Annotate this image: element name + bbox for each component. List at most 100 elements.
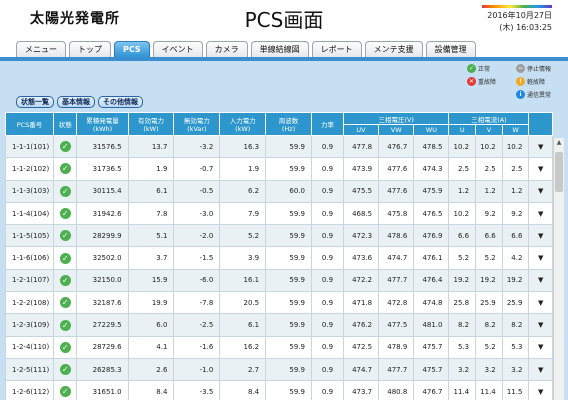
cell-voltage-wu: 481.0 xyxy=(413,313,450,337)
cell-input-power: 6.1 xyxy=(219,313,267,337)
cell-active-power: 8.4 xyxy=(127,380,175,400)
cell-current-u: 8.2 xyxy=(448,313,477,337)
table-row[interactable]: 1-2-6(112) ✓ 31651.0 8.4 -3.5 8.4 59.9 0.9 473.7… xyxy=(5,380,553,400)
cell-energy: 28299.9 xyxy=(76,224,129,248)
row-expand-button[interactable]: ▼ xyxy=(528,224,553,248)
status-list-button[interactable]: 状態一覧 xyxy=(16,96,54,108)
row-expand-button[interactable]: ▼ xyxy=(528,357,553,382)
tab-event[interactable]: イベント xyxy=(152,41,203,57)
cell-reactive-power: -0.7 xyxy=(173,157,221,181)
app-header: 太陽光発電所 PCS画面 2016年10月27日 (木) 16:03:25 xyxy=(0,0,568,38)
cell-pcs-id: 1-1-2(102) xyxy=(5,157,54,181)
table-row[interactable]: 1-1-1(101) ✓ 31576.5 13.7 -3.2 16.3 59.9 0.9 477… xyxy=(5,134,553,159)
cell-current-v: 11.4 xyxy=(475,380,503,400)
table-row[interactable]: 1-1-3(103) ✓ 30115.4 6.1 -0.5 6.2 60.0 0.9 475.5… xyxy=(5,179,553,203)
row-expand-button[interactable]: ▼ xyxy=(528,291,553,315)
tab-single-line-diagram[interactable]: 単線結線図 xyxy=(250,41,309,57)
cell-current-w: 25.9 xyxy=(501,291,530,315)
cell-energy: 26285.3 xyxy=(76,357,129,382)
row-expand-button[interactable]: ▼ xyxy=(528,380,553,400)
legend-normal: ✓ 正常 xyxy=(467,64,490,73)
row-expand-button[interactable]: ▼ xyxy=(528,268,553,293)
cell-voltage-uv: 477.8 xyxy=(342,134,380,159)
col-header-uv: UV xyxy=(342,124,380,136)
row-expand-button[interactable]: ▼ xyxy=(528,134,553,159)
cell-frequency: 59.9 xyxy=(265,224,312,248)
table-row[interactable]: 1-1-2(102) ✓ 31736.5 1.9 -0.7 1.9 59.9 0.9 473.9… xyxy=(5,157,553,181)
cell-voltage-wu: 476.5 xyxy=(413,201,450,226)
cell-status: ✓ xyxy=(52,201,78,226)
cell-voltage-vw: 477.6 xyxy=(378,179,415,203)
cell-pcs-id: 1-2-3(109) xyxy=(5,313,54,337)
row-expand-button[interactable]: ▼ xyxy=(528,201,553,226)
cell-voltage-vw: 474.7 xyxy=(378,246,415,270)
cell-frequency: 59.9 xyxy=(265,380,312,400)
table-row[interactable]: 1-1-6(106) ✓ 32502.0 3.7 -1.5 3.9 59.9 0.9 473.6… xyxy=(5,246,553,270)
row-expand-button[interactable]: ▼ xyxy=(528,313,553,337)
main-tabs: メニュー トップ PCS イベント カメラ 単線結線図 レポート メンテ支援 設… xyxy=(16,41,476,57)
cell-input-power: 1.9 xyxy=(219,157,267,181)
cell-current-u: 2.5 xyxy=(448,157,477,181)
scrollbar-thumb[interactable] xyxy=(555,152,563,192)
table-row[interactable]: 1-2-2(108) ✓ 32187.6 19.9 -7.8 20.5 59.9 0.9 471… xyxy=(5,291,553,315)
cell-voltage-vw: 476.7 xyxy=(378,134,415,159)
row-expand-button[interactable]: ▼ xyxy=(528,157,553,181)
table-row[interactable]: 1-1-4(104) ✓ 31942.6 7.8 -3.0 7.9 59.9 0.9 468.5… xyxy=(5,201,553,226)
status-ok-icon: ✓ xyxy=(59,141,71,153)
other-info-button[interactable]: その他情報 xyxy=(98,96,143,108)
cell-voltage-uv: 476.2 xyxy=(342,313,380,337)
tab-equipment[interactable]: 設備管理 xyxy=(425,41,476,57)
status-ok-icon: ✓ xyxy=(59,208,71,220)
tab-menu[interactable]: メニュー xyxy=(16,41,66,57)
table-row[interactable]: 1-1-5(105) ✓ 28299.9 5.1 -2.0 5.2 59.9 0.9 472.3… xyxy=(5,224,553,248)
cell-reactive-power: -6.0 xyxy=(173,268,221,293)
tab-maintenance[interactable]: メンテ支援 xyxy=(364,41,423,57)
tab-pcs[interactable]: PCS xyxy=(114,41,150,57)
legend-stopped: − 停止情報 xyxy=(516,64,551,73)
cell-power-factor: 0.9 xyxy=(310,313,344,337)
cell-input-power: 3.9 xyxy=(219,246,267,270)
col-header-reactive-power: 無効電力 (kVar) xyxy=(173,112,221,136)
cell-power-factor: 0.9 xyxy=(310,179,344,203)
status-ok-icon: ✓ xyxy=(59,386,71,398)
table-scrollbar[interactable]: ▲ xyxy=(553,138,564,400)
cell-reactive-power: -3.2 xyxy=(173,134,221,159)
cell-voltage-uv: 474.7 xyxy=(342,357,380,382)
status-ok-icon: ✓ xyxy=(59,274,71,286)
row-expand-button[interactable]: ▼ xyxy=(528,179,553,203)
scroll-up-icon[interactable]: ▲ xyxy=(554,138,564,148)
cell-voltage-wu: 476.4 xyxy=(413,268,450,293)
basic-info-button[interactable]: 基本情報 xyxy=(57,96,95,108)
cell-voltage-uv: 475.5 xyxy=(342,179,380,203)
header-decoration xyxy=(482,5,552,8)
cell-reactive-power: -2.5 xyxy=(173,313,221,337)
cell-voltage-wu: 475.7 xyxy=(413,357,450,382)
table-row[interactable]: 1-2-3(109) ✓ 27229.5 6.0 -2.5 6.1 59.9 0.9 476.2… xyxy=(5,313,553,337)
stop-icon: − xyxy=(516,64,525,73)
cell-voltage-uv: 471.8 xyxy=(342,291,380,315)
tab-report[interactable]: レポート xyxy=(311,41,362,57)
col-header-power-factor: 力率 xyxy=(310,112,344,136)
table-row[interactable]: 1-2-5(111) ✓ 26285.3 2.6 -1.0 2.7 59.9 0.9 474.7… xyxy=(5,357,553,382)
cell-reactive-power: -0.5 xyxy=(173,179,221,203)
col-header-status: 状態 xyxy=(52,112,78,136)
cell-pcs-id: 1-1-3(103) xyxy=(5,179,54,203)
table-row[interactable]: 1-2-1(107) ✓ 32150.0 15.9 -6.0 16.1 59.9 0.9 472… xyxy=(5,268,553,293)
table-row[interactable]: 1-2-4(110) ✓ 28729.6 4.1 -1.6 16.2 59.9 0.9 472.… xyxy=(5,335,553,359)
cell-status: ✓ xyxy=(52,179,78,203)
tab-top[interactable]: トップ xyxy=(69,41,111,57)
tab-camera[interactable]: カメラ xyxy=(205,41,248,57)
cell-pcs-id: 1-2-1(107) xyxy=(5,268,54,293)
cell-voltage-wu: 476.9 xyxy=(413,224,450,248)
cell-voltage-vw: 472.8 xyxy=(378,291,415,315)
cell-input-power: 2.7 xyxy=(219,357,267,382)
cell-active-power: 2.6 xyxy=(127,357,175,382)
row-expand-button[interactable]: ▼ xyxy=(528,335,553,359)
row-expand-button[interactable]: ▼ xyxy=(528,246,553,270)
col-header-frequency: 周波数 (Hz) xyxy=(265,112,312,136)
cell-reactive-power: -2.0 xyxy=(173,224,221,248)
cell-input-power: 7.9 xyxy=(219,201,267,226)
legend-fault-label: 重故障 xyxy=(478,79,497,86)
cell-current-w: 4.2 xyxy=(501,246,530,270)
cell-energy: 32502.0 xyxy=(76,246,129,270)
